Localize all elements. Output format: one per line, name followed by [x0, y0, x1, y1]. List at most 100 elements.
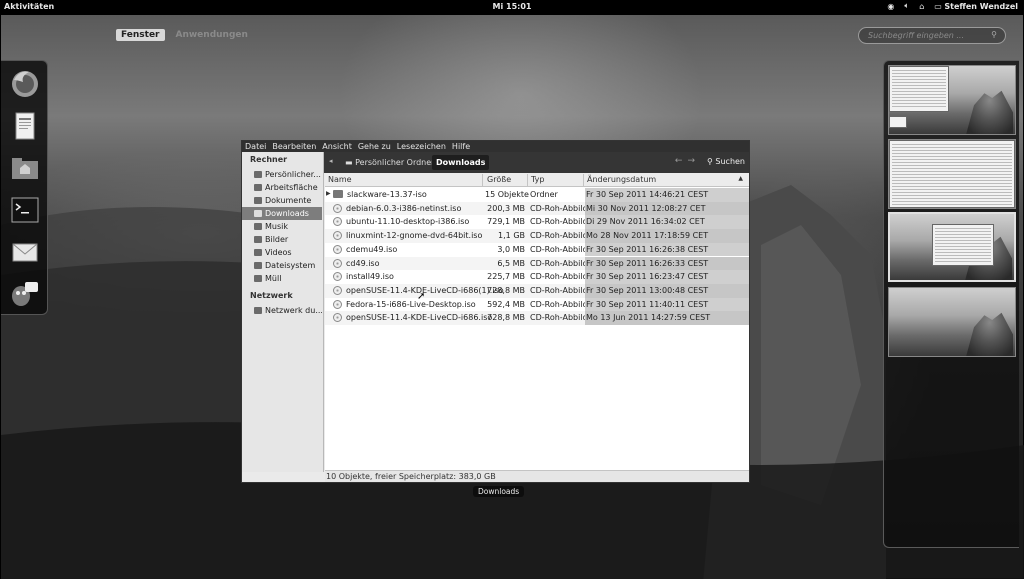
chat-status-icon: ▭ — [934, 1, 942, 11]
workspace-thumbnail-3[interactable] — [888, 212, 1016, 282]
disc-image-icon — [333, 231, 342, 241]
file-date: Mo 28 Nov 2011 17:18:59 CET — [585, 229, 749, 243]
search-placeholder: Suchbegriff eingeben ... — [868, 31, 964, 40]
top-panel: Aktivitäten Mi 15:01 ◉ 🔈︎ ⌂ ▭ Steffen We… — [0, 0, 1024, 14]
sidebar-item-filesystem[interactable]: Dateisystem — [242, 259, 322, 272]
file-type: CD-Roh-Abbild — [530, 231, 588, 241]
search-icon: ⚲ — [991, 30, 997, 39]
dash — [1, 60, 48, 315]
breadcrumb-scroll-left-icon[interactable]: ◂ — [329, 157, 333, 165]
file-size: 1,1 GB — [498, 231, 525, 241]
sidebar-item-trash[interactable]: Müll — [242, 272, 322, 285]
column-name[interactable]: Name — [328, 175, 352, 184]
volume-icon[interactable]: 🔈︎ — [904, 1, 909, 11]
user-menu[interactable]: ▭ Steffen Wendzel — [934, 2, 1018, 11]
expand-arrow-icon[interactable]: ▶ — [326, 190, 331, 197]
sidebar-item-documents[interactable]: Dokumente — [242, 194, 322, 207]
menu-go[interactable]: Gehe zu — [358, 142, 391, 152]
workspace-thumbnail-4[interactable] — [888, 287, 1016, 357]
sidebar-item-network[interactable]: Netzwerk du... — [242, 304, 322, 317]
menu-view[interactable]: Ansicht — [322, 142, 352, 152]
disc-image-icon — [333, 299, 342, 309]
network-icon[interactable]: ⌂ — [919, 2, 924, 11]
disc-image-icon — [333, 244, 342, 254]
file-size: 728,8 MB — [487, 313, 525, 323]
disc-image-icon — [333, 272, 342, 282]
table-row[interactable]: openSUSE-11.4-KDE-LiveCD-i686.iso 728,8 M… — [325, 311, 749, 325]
sidebar-item-music[interactable]: Musik — [242, 220, 322, 233]
table-row[interactable]: debian-6.0.3-i386-netinst.iso 200,3 MB CD-… — [325, 201, 749, 216]
workspace-thumbnail-2[interactable] — [888, 139, 1016, 209]
home-folder-icon[interactable] — [8, 151, 42, 185]
menu-help[interactable]: Hilfe — [452, 142, 470, 152]
user-name: Steffen Wendzel — [944, 1, 1018, 11]
column-date[interactable]: Änderungsdatum — [587, 175, 656, 184]
file-type: Ordner — [530, 190, 558, 199]
file-name: cd49.iso — [333, 258, 379, 268]
table-row[interactable]: openSUSE-11.4-KDE-LiveCD-i686(1).iso 728,… — [325, 283, 749, 298]
workspace-switcher — [883, 60, 1019, 548]
table-row[interactable]: ubuntu-11.10-desktop-i386.iso 729,1 MB CD-… — [325, 215, 749, 230]
sidebar-item-pictures[interactable]: Bilder — [242, 233, 322, 246]
table-row[interactable]: cd49.iso 6,5 MB CD-Roh-Abbild Fr 30 Sep 201… — [325, 256, 749, 271]
terminal-icon[interactable] — [8, 193, 42, 227]
forward-arrow-icon[interactable]: → — [687, 156, 700, 166]
file-name: debian-6.0.3-i386-netinst.iso — [333, 203, 461, 213]
menu-file[interactable]: Datei — [245, 142, 266, 152]
sidebar-item-desktop[interactable]: Arbeitsfläche — [242, 181, 322, 194]
home-icon — [254, 171, 262, 178]
sidebar-heading-network: Netzwerk — [250, 291, 293, 300]
tab-windows[interactable]: Fenster — [116, 29, 165, 41]
sidebar-item-videos[interactable]: Videos — [242, 246, 322, 259]
search-input[interactable]: Suchbegriff eingeben ... ⚲ — [858, 27, 1006, 44]
file-date: Di 29 Nov 2011 16:34:02 CET — [585, 215, 749, 230]
tab-applications[interactable]: Anwendungen — [171, 29, 253, 41]
menu-bar: Datei Bearbeiten Ansicht Gehe zu Lesezei… — [242, 141, 749, 152]
breadcrumb-home[interactable]: ▬ Persönlicher Ordner — [341, 155, 438, 170]
table-row[interactable]: Fedora-15-i686-Live-Desktop.iso 592,4 MB C… — [325, 297, 749, 312]
file-manager-window[interactable]: Datei Bearbeiten Ansicht Gehe zu Lesezei… — [241, 140, 750, 483]
music-icon — [254, 223, 262, 230]
window-caption: Downloads — [473, 486, 525, 497]
file-name: linuxmint-12-gnome-dvd-64bit.iso — [333, 231, 482, 241]
location-toolbar: ◂ ▬ Persönlicher Ordner Downloads ←→ ⚲ S… — [324, 152, 749, 173]
sidebar-item-downloads[interactable]: Downloads — [242, 207, 322, 220]
clock[interactable]: Mi 15:01 — [0, 2, 1024, 11]
back-arrow-icon[interactable]: ← — [675, 156, 688, 166]
file-type: CD-Roh-Abbild — [530, 258, 588, 268]
menu-edit[interactable]: Bearbeiten — [272, 142, 316, 152]
file-size: 592,4 MB — [487, 299, 525, 309]
file-type: CD-Roh-Abbild — [530, 272, 588, 282]
firefox-icon[interactable] — [8, 67, 42, 101]
nav-arrows: ←→ — [675, 156, 700, 166]
documents-icon — [254, 197, 262, 204]
column-size[interactable]: Größe — [487, 175, 511, 184]
document-icon[interactable] — [8, 109, 42, 143]
file-size: 728,8 MB — [487, 285, 525, 295]
table-row[interactable]: cdemu49.iso 3,0 MB CD-Roh-Abbild Fr 30 Sep … — [325, 242, 749, 257]
menu-bookmarks[interactable]: Lesezeichen — [397, 142, 446, 152]
pictures-icon — [254, 236, 262, 243]
table-row[interactable]: ▶ slackware-13.37-iso 15 Objekte Ordner Fr 3… — [325, 188, 749, 202]
file-name: Fedora-15-i686-Live-Desktop.iso — [333, 299, 476, 309]
file-size: 6,5 MB — [497, 258, 525, 268]
file-date: Mo 13 Jun 2011 14:27:59 CEST — [585, 311, 749, 325]
sidebar-item-home[interactable]: Persönlicher... — [242, 168, 322, 181]
mail-icon[interactable] — [8, 235, 42, 269]
file-type: CD-Roh-Abbild — [530, 217, 588, 227]
table-row[interactable]: linuxmint-12-gnome-dvd-64bit.iso 1,1 GB CD… — [325, 229, 749, 243]
search-label: Suchen — [715, 157, 745, 166]
status-tray: ◉ 🔈︎ ⌂ ▭ Steffen Wendzel — [887, 1, 1018, 11]
file-type: CD-Roh-Abbild — [530, 299, 588, 309]
filesystem-icon — [254, 262, 262, 269]
accessibility-icon[interactable]: ◉ — [887, 2, 894, 11]
folder-icon: ▬ — [345, 158, 353, 167]
search-button[interactable]: ⚲ Suchen — [707, 157, 745, 166]
chat-icon[interactable] — [8, 277, 42, 311]
breadcrumb-downloads[interactable]: Downloads — [432, 155, 490, 170]
file-name: ubuntu-11.10-desktop-i386.iso — [333, 217, 469, 227]
file-type: CD-Roh-Abbild — [530, 203, 588, 213]
table-row[interactable]: install49.iso 225,7 MB CD-Roh-Abbild Fr 30 … — [325, 270, 749, 284]
workspace-thumbnail-1[interactable] — [888, 65, 1016, 135]
column-type[interactable]: Typ — [531, 175, 544, 184]
